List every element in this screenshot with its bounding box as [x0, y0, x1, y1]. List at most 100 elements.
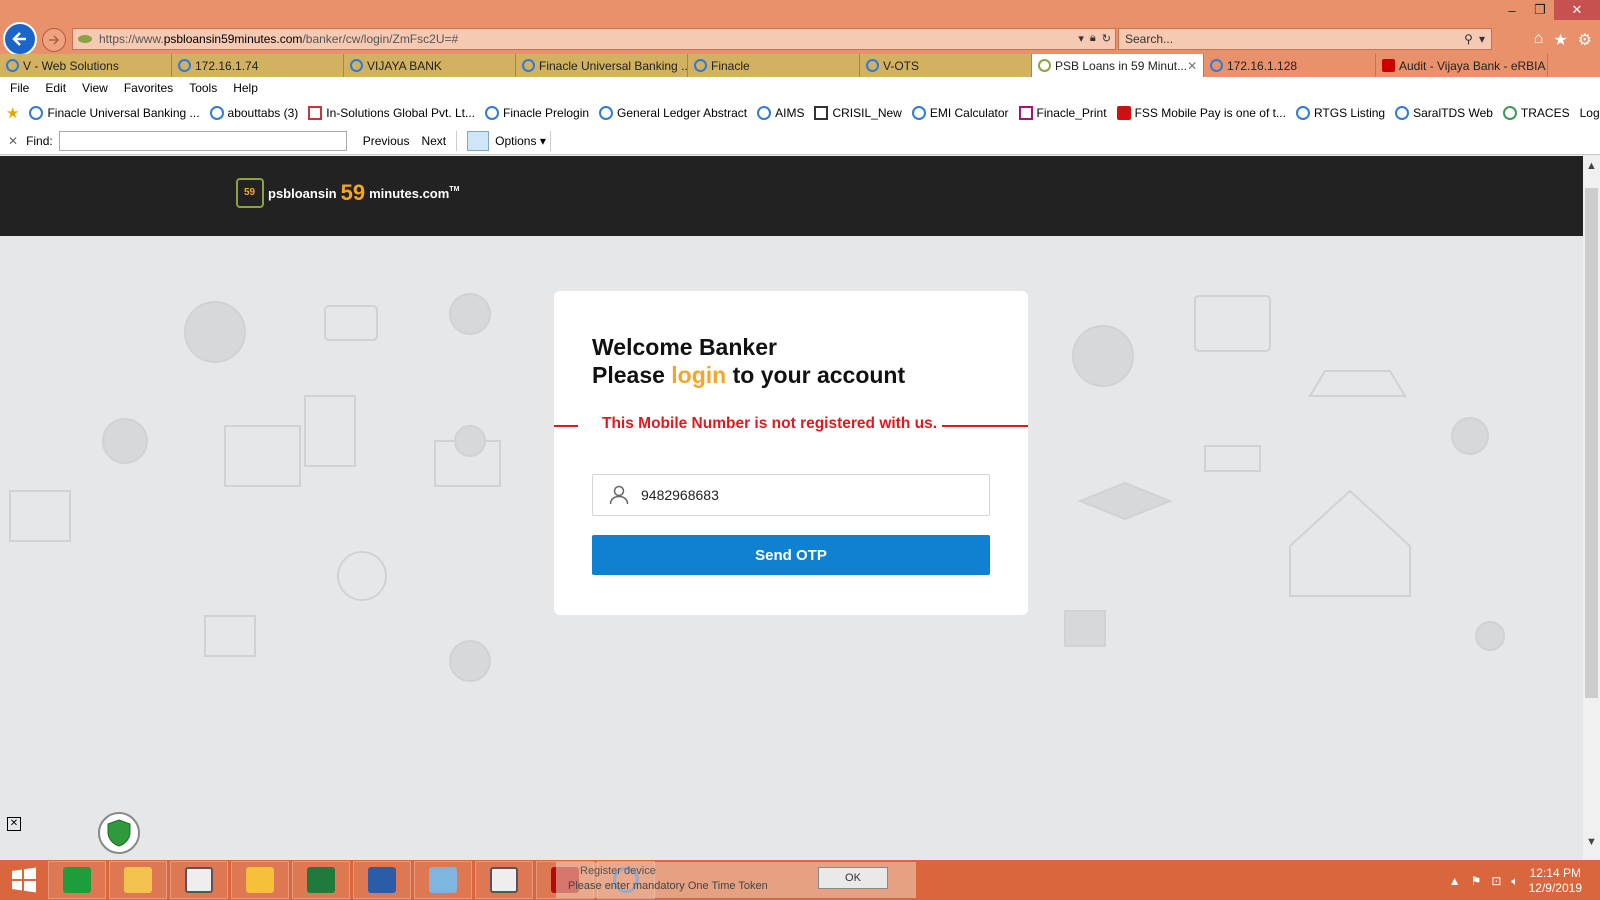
ie-icon	[866, 59, 879, 72]
favorite-item[interactable]: RTGS Listing	[1295, 106, 1385, 120]
taskbar-app-2[interactable]	[475, 861, 533, 899]
search-box[interactable]: Search... ⚲ ▾	[1118, 28, 1492, 50]
mobile-number-value: 9482968683	[641, 487, 719, 503]
favorites-star-icon[interactable]: ★	[1553, 30, 1567, 50]
scroll-up-icon[interactable]: ▲	[1583, 160, 1600, 180]
site-header: 59 psbloansin 59 minutes.comTM	[0, 156, 1583, 236]
ie-icon	[1210, 59, 1223, 72]
send-otp-button[interactable]: Send OTP	[592, 535, 990, 575]
close-find-icon[interactable]: ✕	[8, 134, 18, 148]
tab-ip-74[interactable]: 172.16.1.74	[172, 54, 344, 77]
error-banner: This Mobile Number is not registered wit…	[554, 414, 1028, 438]
window-icon	[185, 867, 213, 893]
menu-view[interactable]: View	[82, 81, 108, 95]
find-previous-button[interactable]: Previous	[357, 134, 416, 148]
favorite-item[interactable]: AIMS	[757, 106, 804, 120]
scroll-down-icon[interactable]: ▼	[1583, 836, 1600, 856]
favorite-item[interactable]: Finacle Prelogin	[485, 106, 589, 120]
ie-icon	[6, 59, 19, 72]
arrow-left-icon	[12, 32, 26, 46]
lock-icon[interactable]: 🔒︎	[1090, 32, 1096, 45]
favorite-item[interactable]: General Ledger Abstract	[599, 106, 747, 120]
search-icon[interactable]: ⚲	[1464, 32, 1473, 46]
token-dialog-ghost: Register device Please enter mandatory O…	[556, 862, 916, 898]
scroll-thumb[interactable]	[1585, 188, 1598, 698]
favorite-item[interactable]: CRISIL_New	[814, 106, 902, 120]
find-input[interactable]	[58, 130, 347, 151]
page-scrollbar[interactable]: ▲ ▼	[1583, 156, 1600, 860]
favorite-item[interactable]: FSS Mobile Pay is one of t...	[1116, 106, 1286, 120]
tab-v-ots[interactable]: V-OTS	[860, 54, 1032, 77]
store-icon	[63, 867, 91, 893]
shield-icon[interactable]	[98, 812, 140, 854]
find-options-button[interactable]: Options ▾	[495, 134, 546, 148]
folder-icon	[124, 867, 152, 893]
site-icon	[308, 106, 323, 120]
dialog-ok-button[interactable]: OK	[818, 867, 888, 889]
site-logo[interactable]: 59 psbloansin 59 minutes.comTM	[236, 178, 459, 208]
close-window-button[interactable]: ✕	[1554, 0, 1600, 20]
favorite-item[interactable]: In-Solutions Global Pvt. Lt...	[308, 106, 475, 120]
network-status-icon[interactable]: ⊡	[1491, 874, 1501, 888]
highlight-icon[interactable]	[467, 130, 490, 151]
web-page: 59 psbloansin 59 minutes.comTM Welcome B…	[0, 156, 1583, 860]
menu-help[interactable]: Help	[233, 81, 258, 95]
tab-vijaya-bank[interactable]: VIJAYA BANK	[344, 54, 516, 77]
start-button[interactable]	[0, 860, 48, 900]
taskbar-explorer[interactable]	[109, 861, 167, 899]
menu-favorites[interactable]: Favorites	[124, 81, 173, 95]
mobile-number-field[interactable]: 9482968683	[592, 474, 990, 516]
ie-icon	[911, 106, 926, 120]
settings-gear-icon[interactable]: ⚙	[1578, 30, 1592, 50]
favorite-item[interactable]: TRACES	[1502, 106, 1570, 120]
dropdown-icon[interactable]: ▾	[1078, 32, 1084, 45]
tab-v-web-solutions[interactable]: V - Web Solutions	[0, 54, 172, 77]
taskbar-network[interactable]	[414, 861, 472, 899]
shield-glyph-icon	[107, 819, 131, 847]
close-tab-icon[interactable]: ✕	[1187, 59, 1197, 73]
home-icon[interactable]: ⌂	[1534, 30, 1544, 50]
audit-icon	[1382, 59, 1395, 72]
find-next-button[interactable]: Next	[415, 134, 452, 148]
favorite-item[interactable]: abouttabs (3)	[209, 106, 298, 120]
address-bar[interactable]: https://www.psbloansin59minutes.com/bank…	[72, 28, 1116, 50]
refresh-icon[interactable]: ↻	[1102, 32, 1111, 45]
restore-button[interactable]: ❐	[1526, 0, 1554, 20]
close-box-icon[interactable]: ✕	[7, 817, 21, 831]
tab-audit-erbia[interactable]: Audit - Vijaya Bank - eRBIA	[1376, 54, 1548, 77]
clock[interactable]: 12:14 PM 12/9/2019	[1529, 866, 1582, 896]
user-icon	[609, 485, 629, 505]
search-dropdown-icon[interactable]: ▾	[1479, 32, 1485, 46]
taskbar-outlook[interactable]	[231, 861, 289, 899]
taskbar-word[interactable]	[353, 861, 411, 899]
volume-muted-icon[interactable]: 🔈︎	[1511, 874, 1518, 889]
crisil-icon	[814, 106, 829, 120]
add-favorite-star-icon[interactable]: ★	[6, 104, 19, 122]
forward-button[interactable]	[42, 28, 66, 52]
minimize-button[interactable]: –	[1498, 0, 1526, 20]
find-bar: ✕ Find: Previous Next Options ▾	[0, 127, 1600, 155]
tray-expand-icon[interactable]: ▲	[1449, 874, 1461, 888]
tab-finacle[interactable]: Finacle	[688, 54, 860, 77]
favorite-item[interactable]: Finacle_Print	[1018, 106, 1107, 120]
favorite-item[interactable]: EMI Calculator	[911, 106, 1009, 120]
menu-tools[interactable]: Tools	[189, 81, 217, 95]
tab-finacle-universal[interactable]: Finacle Universal Banking ...	[516, 54, 688, 77]
favorite-item[interactable]: Login	[1580, 106, 1600, 120]
action-center-flag-icon[interactable]: ⚑	[1471, 874, 1482, 888]
tab-ip-128[interactable]: 172.16.1.128	[1204, 54, 1376, 77]
traces-icon	[1502, 106, 1517, 120]
taskbar-store[interactable]	[48, 861, 106, 899]
mail-icon	[246, 867, 274, 893]
favorite-item[interactable]: Finacle Universal Banking ...	[29, 106, 200, 120]
back-button[interactable]	[3, 22, 37, 56]
menu-file[interactable]: File	[10, 81, 29, 95]
taskbar-excel[interactable]	[292, 861, 350, 899]
taskbar-app[interactable]	[170, 861, 228, 899]
browser-titlebar: https://www.psbloansin59minutes.com/bank…	[0, 0, 1600, 56]
ie-icon	[522, 59, 535, 72]
tab-psb-loans[interactable]: PSB Loans in 59 Minut... ✕	[1032, 54, 1204, 77]
login-card: Welcome Banker Please login to your acco…	[554, 291, 1028, 615]
menu-edit[interactable]: Edit	[45, 81, 66, 95]
favorite-item[interactable]: SaralTDS Web	[1395, 106, 1493, 120]
